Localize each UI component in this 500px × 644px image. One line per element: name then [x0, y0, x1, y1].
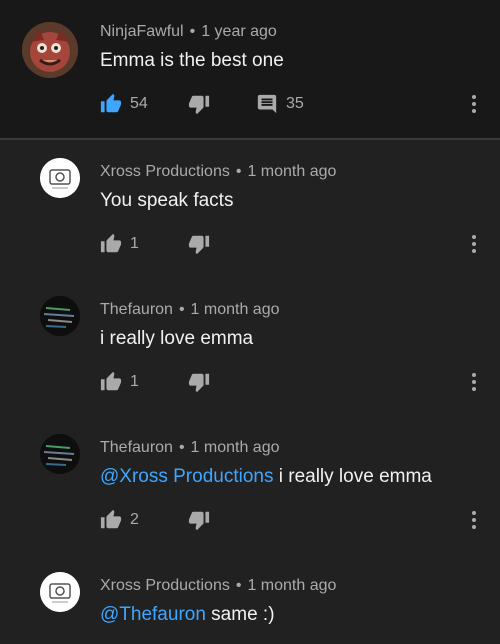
dislike-button[interactable]	[188, 508, 210, 532]
avatar-image	[22, 22, 78, 78]
thumbs-down-icon	[188, 93, 210, 115]
comment-text: i really love emma	[100, 328, 253, 350]
thumbs-up-icon	[100, 93, 122, 115]
avatar[interactable]	[40, 572, 80, 612]
comment-time: 1 month ago	[247, 577, 337, 594]
comment-text: Emma is the best one	[100, 50, 284, 72]
more-vertical-icon	[471, 510, 477, 530]
comment-meta: Thefauron • 1 month ago	[100, 301, 280, 319]
comment-actions: 54 35	[100, 92, 490, 116]
avatar-image	[40, 434, 80, 474]
reply-button[interactable]: 35	[256, 92, 304, 116]
author-name[interactable]: Xross Productions	[100, 577, 230, 594]
comment-time: 1 month ago	[190, 301, 280, 318]
comment-body: You speak facts	[100, 190, 234, 211]
separator-dot: •	[235, 163, 242, 180]
avatar-image	[40, 158, 80, 198]
comment-text: You speak facts	[100, 190, 233, 212]
author-name[interactable]: Thefauron	[100, 301, 173, 318]
comment-body: i really love emma	[273, 466, 432, 487]
separator-dot: •	[178, 301, 185, 318]
comment-text: @Xross Productions i really love emma	[100, 466, 432, 488]
thumbs-down-icon	[188, 509, 210, 531]
dislike-button[interactable]	[188, 92, 210, 116]
author-name[interactable]: Thefauron	[100, 439, 173, 456]
like-button[interactable]: 1	[100, 232, 139, 256]
separator-dot: •	[178, 439, 185, 456]
comment-actions: 2	[100, 508, 490, 532]
comment-meta: NinjaFawful • 1 year ago	[100, 23, 277, 41]
more-options-button[interactable]	[462, 370, 486, 394]
more-options-button[interactable]	[462, 508, 486, 532]
like-count: 1	[130, 235, 139, 252]
user-mention-link[interactable]: @Thefauron	[100, 604, 206, 625]
comment-body: i really love emma	[100, 328, 254, 349]
comment-time: 1 month ago	[247, 163, 337, 180]
comment-text: @Thefauron same :)	[100, 604, 275, 626]
thumbs-up-icon	[100, 509, 122, 531]
separator-dot: •	[235, 577, 242, 594]
reply-count: 35	[286, 95, 304, 112]
dislike-button[interactable]	[188, 370, 210, 394]
like-button[interactable]: 2	[100, 508, 139, 532]
author-name[interactable]: Xross Productions	[100, 163, 230, 180]
avatar[interactable]	[22, 22, 78, 78]
separator-dot: •	[189, 23, 196, 40]
like-count: 1	[130, 373, 139, 390]
author-name[interactable]: NinjaFawful	[100, 23, 184, 40]
comment-meta: Xross Productions • 1 month ago	[100, 163, 336, 181]
avatar-image	[40, 572, 80, 612]
comment-meta: Xross Productions • 1 month ago	[100, 577, 336, 595]
avatar[interactable]	[40, 434, 80, 474]
more-options-button[interactable]	[462, 232, 486, 256]
more-vertical-icon	[471, 234, 477, 254]
comment-time: 1 month ago	[190, 439, 280, 456]
user-mention-link[interactable]: @Xross Productions	[100, 466, 273, 487]
thumbs-up-icon	[100, 233, 122, 255]
like-button[interactable]: 1	[100, 370, 139, 394]
comment-icon	[256, 93, 278, 115]
comment-body: same :)	[205, 604, 275, 625]
like-count: 54	[130, 95, 148, 112]
like-button[interactable]: 54	[100, 92, 148, 116]
thumbs-down-icon	[188, 371, 210, 393]
avatar[interactable]	[40, 296, 80, 336]
thumbs-up-icon	[100, 371, 122, 393]
comment-body: Emma is the best one	[100, 50, 284, 71]
thumbs-down-icon	[188, 233, 210, 255]
more-vertical-icon	[471, 94, 477, 114]
avatar[interactable]	[40, 158, 80, 198]
comment-time: 1 year ago	[201, 23, 277, 40]
more-vertical-icon	[471, 372, 477, 392]
comment-actions: 1	[100, 370, 490, 394]
comment-meta: Thefauron • 1 month ago	[100, 439, 280, 457]
avatar-image	[40, 296, 80, 336]
comment-actions: 1	[100, 232, 490, 256]
dislike-button[interactable]	[188, 232, 210, 256]
more-options-button[interactable]	[462, 92, 486, 116]
like-count: 2	[130, 511, 139, 528]
